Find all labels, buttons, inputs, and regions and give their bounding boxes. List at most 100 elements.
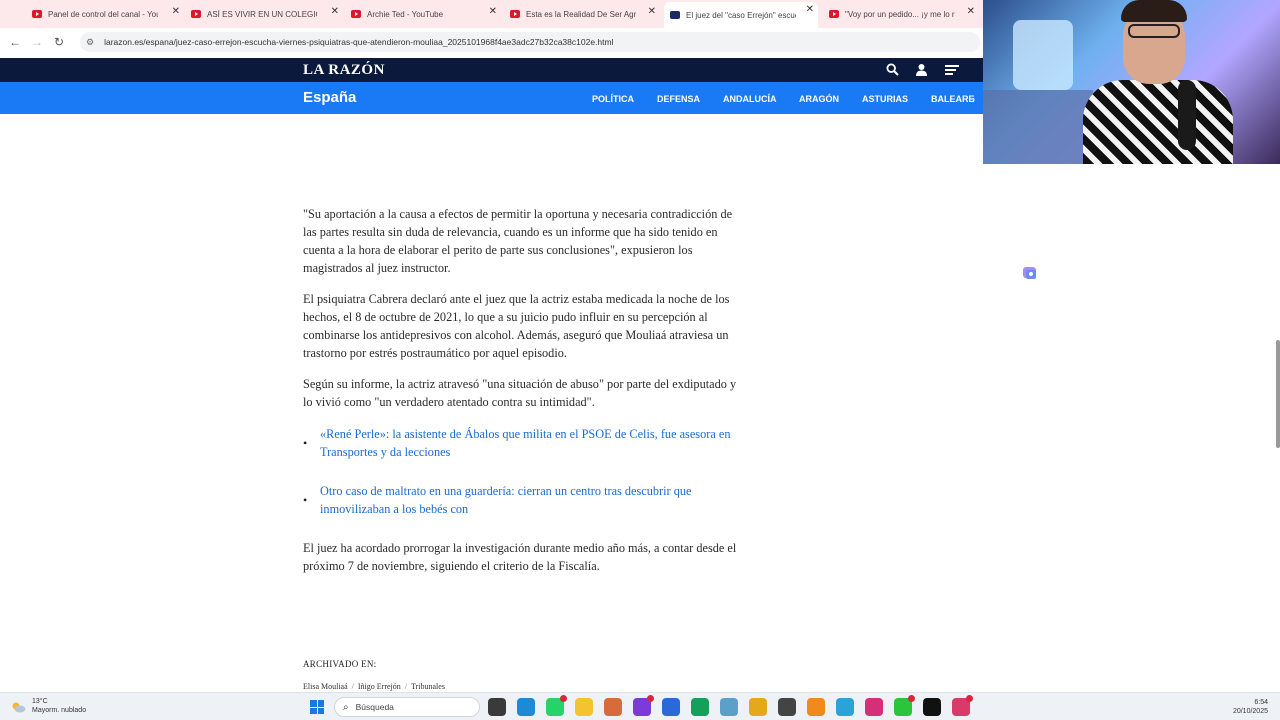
- section-title[interactable]: España: [303, 89, 356, 106]
- instagram-icon[interactable]: [865, 698, 883, 716]
- chrome-icon[interactable]: [749, 698, 767, 716]
- article-body: "Su aportación a la causa a efectos de p…: [303, 205, 745, 588]
- article-paragraph: Según su informe, la actriz atravesó "un…: [303, 377, 737, 409]
- tab-close-icon[interactable]: ✕: [489, 6, 497, 17]
- tab-close-icon[interactable]: ✕: [806, 4, 814, 15]
- nav-item-asturias[interactable]: ASTURIAS: [862, 94, 908, 104]
- larazon-icon: [670, 11, 680, 19]
- menu-icon[interactable]: [945, 63, 959, 79]
- youtube-icon: [191, 10, 201, 18]
- tab-title: Esta es la Realidad De Ser Agri: [526, 9, 636, 19]
- nav-item-politica[interactable]: POLÍTICA: [592, 94, 634, 104]
- section-nav-bar: España POLÍTICA DEFENSA ANDALUCÍA ARAGÓN…: [0, 82, 983, 114]
- nav-item-aragon[interactable]: ARAGÓN: [799, 94, 839, 104]
- rtve-icon[interactable]: [807, 698, 825, 716]
- tab-realidad[interactable]: Esta es la Realidad De Ser Agri ✕: [510, 4, 656, 24]
- file-explorer-icon[interactable]: [575, 698, 593, 716]
- tab-el-juez[interactable]: El juez del "caso Errejón" escuch ✕: [664, 2, 818, 28]
- article-paragraph: El psiquiatra Cabrera declaró ante el ju…: [303, 292, 730, 360]
- kick-icon[interactable]: [894, 695, 915, 716]
- back-arrow-icon[interactable]: ←: [4, 35, 26, 49]
- notification-badge: [560, 695, 567, 702]
- microphone: [1178, 80, 1196, 150]
- start-button-icon[interactable]: [310, 700, 324, 714]
- clock-time: 6:54: [1254, 699, 1268, 706]
- related-link-rene-perle[interactable]: «René Perle»: la asistente de Ábalos que…: [320, 427, 730, 459]
- tab-close-icon[interactable]: ✕: [172, 6, 180, 17]
- cloud-sun-icon: [10, 700, 26, 713]
- tag-separator: /: [351, 682, 354, 691]
- forward-arrow-icon[interactable]: →: [26, 35, 48, 49]
- whatsapp-icon[interactable]: [546, 695, 567, 716]
- weather-widget[interactable]: 13°C Mayorm. nublado: [10, 697, 86, 715]
- webcam-person-glasses: [1128, 24, 1180, 38]
- tab-title: El juez del "caso Errejón" escuch: [686, 10, 796, 20]
- weather-temperature: 13°C: [32, 698, 48, 705]
- notification-badge: [966, 695, 973, 702]
- calculator-icon[interactable]: [778, 698, 796, 716]
- floating-extension-icon[interactable]: [1021, 265, 1039, 281]
- youtube-icon: [829, 10, 839, 18]
- paint-icon[interactable]: [604, 698, 622, 716]
- related-link-item: «René Perle»: la asistente de Ábalos que…: [303, 425, 745, 461]
- url-text: larazon.es/espana/juez-caso-errejon-escu…: [104, 37, 614, 47]
- tab-colegio[interactable]: ASÍ ES VIVIR EN UN COLEGIO M ✕: [191, 4, 339, 24]
- weather-description: Mayorm. nublado: [32, 707, 87, 714]
- nav-item-andalucia[interactable]: ANDALUCÍA: [723, 94, 777, 104]
- tag-link[interactable]: Iñigo Errejón: [358, 682, 401, 691]
- site-logo[interactable]: LA RAZÓN: [303, 62, 385, 79]
- address-bar[interactable]: ⚙ larazon.es/espana/juez-caso-errejon-es…: [80, 32, 980, 52]
- video-editor-icon[interactable]: [633, 695, 654, 716]
- store-icon[interactable]: [662, 698, 680, 716]
- tag-link[interactable]: Tribunales: [411, 682, 445, 691]
- taskbar-apps: [488, 695, 973, 716]
- article-paragraph: El juez ha acordado prorrogar la investi…: [303, 541, 737, 573]
- tag-separator: /: [404, 682, 407, 691]
- search-placeholder: Búsqueda: [355, 702, 394, 712]
- webcam-background-shelf: [983, 90, 1093, 164]
- feather-icon[interactable]: [720, 698, 738, 716]
- tab-title: Archie Ted - YouTube: [367, 9, 444, 19]
- tab-title: "Voy por un pedido... ¡y me lo r: [845, 9, 955, 19]
- youtube-icon: [510, 10, 520, 18]
- tab-close-icon[interactable]: ✕: [648, 6, 656, 17]
- task-view-icon[interactable]: [488, 698, 506, 716]
- webcam-person-shirt: [1083, 80, 1233, 164]
- tab-voy-por-un-pedido[interactable]: "Voy por un pedido... ¡y me lo r ✕: [829, 4, 975, 24]
- site-info-icon[interactable]: ⚙: [86, 37, 94, 48]
- nav-item-defensa[interactable]: DEFENSA: [657, 94, 700, 104]
- youtube-icon: [351, 10, 361, 18]
- page-scrollbar[interactable]: [1276, 340, 1280, 448]
- edge-icon[interactable]: [517, 698, 535, 716]
- telegram-icon[interactable]: [836, 698, 854, 716]
- tab-title: ASÍ ES VIVIR EN UN COLEGIO M: [207, 9, 317, 19]
- tag-list: Elisa Mouliaá / Iñigo Errejón / Tribunal…: [303, 682, 445, 691]
- webcam-overlay: [983, 0, 1280, 164]
- tab-panel-de-control[interactable]: Panel de control del canal - You ✕: [32, 4, 180, 24]
- tab-title: Panel de control del canal - You: [48, 9, 158, 19]
- taskbar: 13°C Mayorm. nublado ⌕ Búsqueda 6:54 20/…: [0, 692, 1280, 720]
- nav-item-baleares[interactable]: BALEARE: [931, 94, 975, 104]
- user-icon[interactable]: [915, 63, 928, 79]
- related-link-item: Otro caso de maltrato en una guardería: …: [303, 482, 745, 518]
- clock-date: 20/10/2025: [1232, 708, 1268, 715]
- site-top-bar: LA RAZÓN: [0, 58, 983, 82]
- system-clock[interactable]: 6:54 20/10/2025: [1233, 698, 1268, 716]
- reload-icon[interactable]: ↻: [48, 35, 70, 49]
- tag-link[interactable]: Elisa Mouliaá: [303, 682, 348, 691]
- tab-close-icon[interactable]: ✕: [967, 6, 975, 17]
- browser-toolbar: ← → ↻ ⚙ larazon.es/espana/juez-caso-erre…: [0, 28, 983, 56]
- webcam-person-hair: [1121, 0, 1187, 22]
- tiktok-icon[interactable]: [923, 698, 941, 716]
- related-link-guarderia[interactable]: Otro caso de maltrato en una guardería: …: [320, 484, 691, 516]
- webcam-background-light: [1013, 20, 1073, 90]
- chrome-canary-icon[interactable]: [952, 695, 973, 716]
- article-paragraph: "Su aportación a la causa a efectos de p…: [303, 207, 733, 275]
- nav-more-arrow-icon[interactable]: ›: [972, 94, 975, 104]
- notification-badge: [647, 695, 654, 702]
- tab-close-icon[interactable]: ✕: [331, 6, 339, 17]
- search-icon[interactable]: [886, 63, 899, 79]
- xbox-icon[interactable]: [691, 698, 709, 716]
- taskbar-search[interactable]: ⌕ Búsqueda: [334, 697, 480, 717]
- tab-archie-ted[interactable]: Archie Ted - YouTube ✕: [351, 4, 497, 24]
